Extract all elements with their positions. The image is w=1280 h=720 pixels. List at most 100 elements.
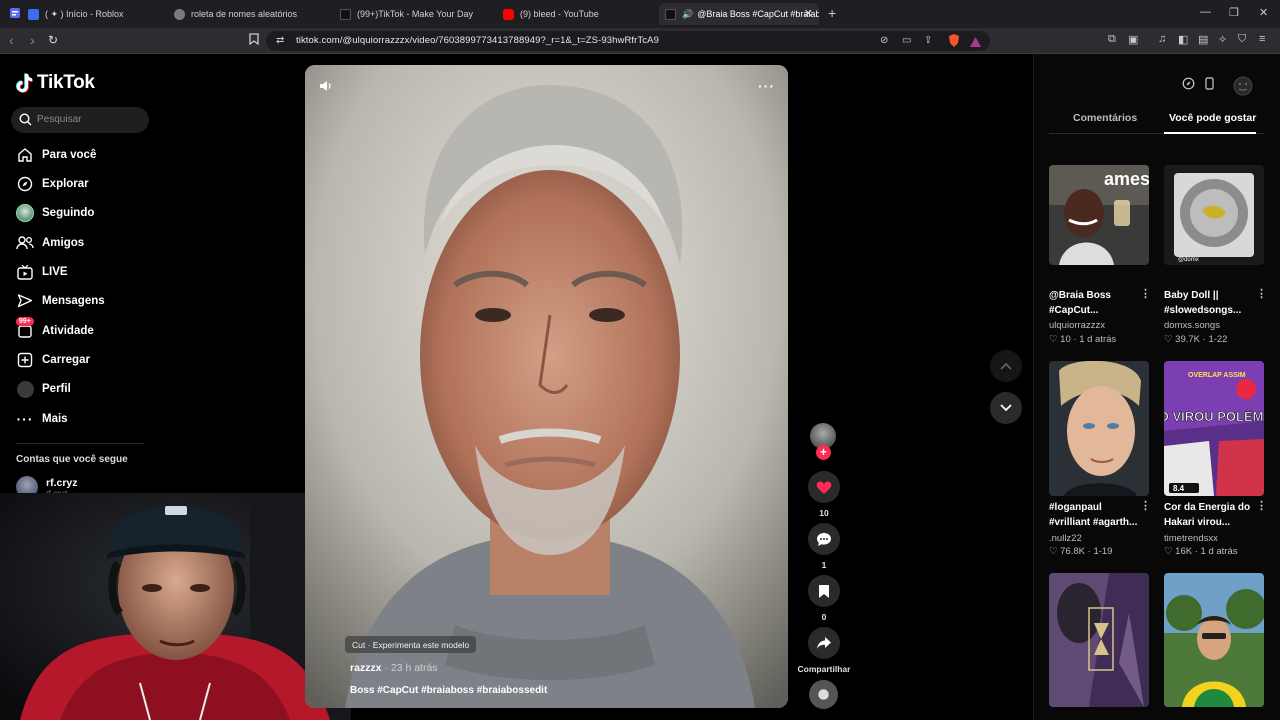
- video-thumbnail[interactable]: [1164, 573, 1264, 707]
- share-icon: [817, 637, 831, 649]
- card-age: 1 d atrás: [1079, 334, 1117, 345]
- nav-amigos[interactable]: Amigos: [16, 233, 84, 253]
- leo-ai-icon[interactable]: ✧: [1218, 33, 1227, 46]
- nav-atividade[interactable]: 99+ Atividade: [16, 317, 94, 341]
- comment-count: 1: [821, 560, 827, 570]
- music-icon[interactable]: ♫: [1158, 33, 1166, 45]
- video-thumbnail[interactable]: OVERLAP ASSIM ISSO VIROU POLÊMICA! 8.4: [1164, 361, 1264, 496]
- compass-small-icon[interactable]: [1182, 77, 1195, 95]
- forward-icon[interactable]: ›: [30, 32, 35, 48]
- nav-carregar[interactable]: Carregar: [16, 350, 90, 370]
- card-title[interactable]: #loganpaul #vrilliant #agarth...: [1049, 500, 1141, 530]
- close-window-icon[interactable]: ✕: [1259, 6, 1268, 19]
- sidebar-icon[interactable]: ◧: [1178, 33, 1188, 46]
- card-meta: ♡ 39.7K · 1-22: [1164, 334, 1228, 345]
- wallet-icon[interactable]: ▤: [1198, 33, 1208, 46]
- card-author[interactable]: domxs.songs: [1164, 320, 1220, 331]
- follow-plus-icon[interactable]: +: [816, 445, 831, 460]
- share-page-icon[interactable]: ⇪: [924, 35, 932, 46]
- template-tag[interactable]: Cut · Experimenta este modelo: [345, 636, 477, 653]
- card-author[interactable]: timetrendsxx: [1164, 533, 1218, 544]
- search-input[interactable]: Pesquisar: [11, 107, 149, 133]
- following-avatar-icon: [16, 204, 34, 222]
- nav-seguindo[interactable]: Seguindo: [16, 203, 94, 223]
- address-bar[interactable]: ⇄ tiktok.com/@ulquiorrazzzx/video/760389…: [266, 31, 990, 51]
- roblox-favicon-icon: [28, 8, 39, 20]
- compass-icon: [16, 175, 34, 193]
- card-likes: 76.8K: [1060, 546, 1085, 557]
- card-more-icon[interactable]: ⋮: [1256, 287, 1267, 300]
- card-meta: ♡ 76.8K · 1-19: [1049, 546, 1113, 557]
- chevron-down-icon: [1000, 404, 1012, 412]
- sidebar-divider: [16, 443, 144, 444]
- close-tab-icon[interactable]: ✕: [804, 7, 813, 20]
- nav-perfil[interactable]: Perfil: [16, 379, 71, 399]
- like-button[interactable]: [808, 471, 840, 503]
- minimize-icon[interactable]: —: [1200, 6, 1211, 18]
- save-button[interactable]: [808, 575, 840, 607]
- browser-tab-tiktok[interactable]: (99+)TikTok - Make Your Day: [334, 3, 494, 25]
- cast-icon[interactable]: ▭: [902, 35, 911, 46]
- card-title[interactable]: @Braia Boss #CapCut...: [1049, 288, 1141, 318]
- video-more-options-icon[interactable]: ···: [758, 78, 775, 94]
- phone-icon[interactable]: [1205, 77, 1214, 95]
- menu-icon[interactable]: ≡: [1259, 33, 1265, 45]
- thumbnail-image: [1049, 573, 1149, 707]
- maximize-icon[interactable]: ❐: [1229, 6, 1239, 19]
- card-more-icon[interactable]: ⋮: [1140, 287, 1151, 300]
- nav-live[interactable]: LIVE: [16, 262, 68, 282]
- music-disc-icon[interactable]: [809, 680, 838, 709]
- share-button[interactable]: [808, 627, 840, 659]
- card-author[interactable]: ulquiorrazzzx: [1049, 320, 1105, 331]
- new-tab-button[interactable]: +: [828, 5, 836, 21]
- nav-explorar[interactable]: Explorar: [16, 174, 89, 194]
- thumbnail-image: [1049, 361, 1149, 496]
- tiktok-logo[interactable]: TikTok: [16, 72, 95, 94]
- browser-tab-roblox[interactable]: ( ✦ ) Início - Roblox: [22, 3, 172, 25]
- video-thumbnail[interactable]: [1049, 573, 1149, 707]
- bookmark-icon[interactable]: [249, 33, 259, 48]
- previous-video-button[interactable]: [990, 350, 1022, 382]
- video-player[interactable]: [305, 65, 788, 708]
- tab-menu-icon[interactable]: [9, 7, 21, 22]
- video-caption[interactable]: Boss #CapCut #braiaboss #braiabossedit: [350, 685, 547, 696]
- nav-mensagens[interactable]: Mensagens: [16, 291, 105, 311]
- video-thumbnail[interactable]: ames: [1049, 165, 1149, 265]
- browser-tab-youtube[interactable]: (9) bleed - YouTube: [497, 3, 657, 25]
- thumb-c4-score: 8.4: [1173, 484, 1185, 493]
- brave-rewards-icon[interactable]: [970, 35, 981, 53]
- card-author[interactable]: .nullz22: [1049, 533, 1082, 544]
- activity-badge: 99+: [16, 317, 34, 326]
- url-text[interactable]: tiktok.com/@ulquiorrazzzx/video/76038997…: [296, 35, 659, 46]
- blocked-icon[interactable]: ⊘: [880, 35, 888, 46]
- card-more-icon[interactable]: ⋮: [1256, 499, 1267, 512]
- card-title[interactable]: Cor da Energia do Hakari virou...: [1164, 500, 1256, 530]
- next-video-button[interactable]: [990, 392, 1022, 424]
- nav-mais[interactable]: ··· Mais: [16, 409, 68, 429]
- tab-voce-pode-gostar[interactable]: Você pode gostar: [1169, 112, 1256, 124]
- card-age: 1-22: [1208, 334, 1228, 345]
- back-icon[interactable]: ‹: [9, 32, 14, 48]
- card-likes: 10: [1060, 334, 1071, 345]
- browser-tab-roleta[interactable]: roleta de nomes aleatórios: [168, 3, 328, 25]
- card-more-icon[interactable]: ⋮: [1140, 499, 1151, 512]
- reader-icon[interactable]: ▣: [1128, 33, 1138, 46]
- video-author[interactable]: razzzx: [350, 662, 382, 674]
- site-settings-icon[interactable]: ⇄: [276, 35, 284, 46]
- video-thumbnail[interactable]: [1049, 361, 1149, 496]
- reload-icon[interactable]: ↻: [48, 33, 58, 47]
- comment-button[interactable]: [808, 523, 840, 555]
- vpn-icon[interactable]: ⛉: [1238, 33, 1246, 46]
- card-title[interactable]: Baby Doll || #slowedsongs...: [1164, 288, 1256, 318]
- extensions-icon[interactable]: ⧉: [1108, 33, 1116, 46]
- video-thumbnail[interactable]: @domx: [1164, 165, 1264, 265]
- volume-icon[interactable]: [319, 79, 333, 93]
- card-like-icon: ♡: [1049, 334, 1058, 345]
- audio-playing-icon[interactable]: 🔊: [682, 9, 693, 20]
- brave-shields-icon[interactable]: [948, 34, 960, 52]
- user-avatar-icon[interactable]: [1233, 76, 1253, 101]
- browser-tab-active[interactable]: 🔊 @Braia Boss #CapCut #braiab ✕: [659, 3, 819, 25]
- nav-para-voce[interactable]: Para você: [16, 145, 96, 165]
- tab-title: (9) bleed - YouTube: [520, 9, 599, 19]
- tab-comentarios[interactable]: Comentários: [1073, 112, 1137, 124]
